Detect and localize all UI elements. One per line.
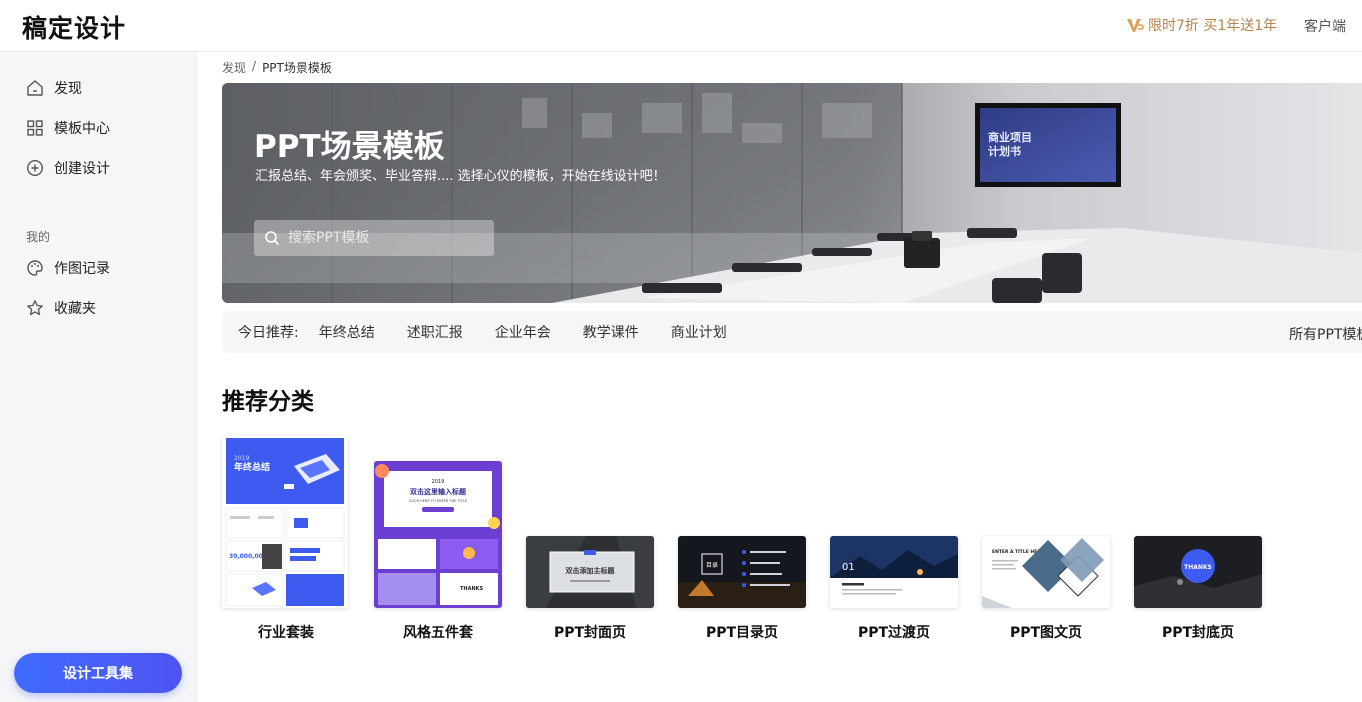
section-title: 推荐分类 xyxy=(222,389,314,415)
thumb-title: THANKS xyxy=(1184,564,1212,571)
client-link[interactable]: 客户端 xyxy=(1304,16,1346,36)
recommend-tag[interactable]: 企业年会 xyxy=(495,322,551,342)
sidebar-item-label: 收藏夹 xyxy=(54,301,96,317)
sidebar-item-label: 模板中心 xyxy=(54,121,110,137)
breadcrumb-root[interactable]: 发现 xyxy=(222,59,246,76)
back-thumbnail: THANKS xyxy=(1134,536,1262,608)
category-thumb[interactable]: 双击添加主标题 xyxy=(526,536,654,608)
category-thumb[interactable]: ENTER A TITLE HERE xyxy=(982,536,1110,608)
industry-thumbnail: 2019 年终总结 30,000,000 xyxy=(222,436,348,608)
grid-icon xyxy=(27,120,43,136)
recommend-tag[interactable]: 教学课件 xyxy=(583,322,639,342)
style-thumbnail: 2019 双击这里输入标题 CLICK HERE TO ENTER THE TI… xyxy=(374,461,502,608)
breadcrumb: 发现 / PPT场景模板 xyxy=(222,59,332,76)
home-icon xyxy=(27,80,43,96)
category-label[interactable]: 行业套装 xyxy=(222,622,350,642)
design-tools-button[interactable]: 设计工具集 xyxy=(14,653,182,693)
recommend-bar: 今日推荐: 年终总结 述职汇报 企业年会 教学课件 商业计划 所有PPT模板 xyxy=(222,311,1362,353)
sidebar-item-label: 发现 xyxy=(54,81,82,97)
logo[interactable]: 稿定设计 xyxy=(22,9,126,45)
sidebar-item-templates[interactable]: 模板中心 xyxy=(26,116,110,140)
plus-circle-icon xyxy=(26,159,44,177)
all-templates-link[interactable]: 所有PPT模板 xyxy=(1289,324,1362,344)
category-thumb[interactable]: 2019 年终总结 30,000,000 xyxy=(222,436,348,608)
category-thumb[interactable]: THANKS xyxy=(1134,536,1262,608)
sidebar-item-history[interactable]: 作图记录 xyxy=(26,256,110,280)
recommend-label: 今日推荐: xyxy=(238,325,299,341)
banner-title: PPT场景模板 xyxy=(254,129,445,165)
vip-icon xyxy=(1127,19,1144,32)
breadcrumb-current: PPT场景模板 xyxy=(262,61,332,75)
sidebar-item-discover[interactable]: 发现 xyxy=(26,76,82,100)
sidebar: 发现 模板中心 创建设计 我的 作图记录 收藏夹 设计工具集 xyxy=(0,52,198,702)
cover-thumbnail: 双击添加主标题 xyxy=(526,536,654,608)
category-thumb[interactable]: 01 xyxy=(830,536,958,608)
banner-search-box[interactable] xyxy=(254,220,494,256)
thumb-number: 30,000,000 xyxy=(229,553,267,560)
category-thumb[interactable]: 2019 双击这里输入标题 CLICK HERE TO ENTER THE TI… xyxy=(374,461,502,608)
hero-banner: 商业项目 计划书 PPT场景模板 汇报总结、年会颁奖、毕业答辩.... 选择心仪… xyxy=(222,83,1362,303)
vip-text: 限时7折 买1年送1年 xyxy=(1148,18,1278,34)
search-input[interactable] xyxy=(288,230,478,246)
sidebar-item-create[interactable]: 创建设计 xyxy=(26,156,110,180)
palette-icon xyxy=(27,260,43,276)
thumb-thanks: THANKS xyxy=(460,586,484,592)
thumb-year: 2019 xyxy=(432,479,445,485)
category-label[interactable]: PPT图文页 xyxy=(982,622,1110,642)
category-label[interactable]: PPT封底页 xyxy=(1134,622,1262,642)
category-label[interactable]: PPT过渡页 xyxy=(830,622,958,642)
screen-text-2: 计划书 xyxy=(988,144,1021,158)
thumb-title: 年终总结 xyxy=(234,461,270,473)
meeting-room-image: 商业项目 计划书 xyxy=(222,83,1362,303)
top-bar: 稿定设计 限时7折 买1年送1年 客户端 xyxy=(0,0,1362,52)
breadcrumb-separator: / xyxy=(252,59,257,73)
screen-text-1: 商业项目 xyxy=(988,130,1032,144)
thumb-title: 双击添加主标题 xyxy=(566,566,616,575)
thumb-title: 目录 xyxy=(706,561,718,569)
star-icon xyxy=(27,300,43,316)
recommend-tag[interactable]: 年终总结 xyxy=(319,322,375,342)
category-thumb[interactable]: 目录 xyxy=(678,536,806,608)
search-icon xyxy=(265,231,280,246)
thumb-title: 01 xyxy=(842,562,855,573)
sidebar-item-favorites[interactable]: 收藏夹 xyxy=(26,296,96,320)
vip-promo[interactable]: 限时7折 买1年送1年 xyxy=(1126,15,1277,35)
thumb-year: 2019 xyxy=(234,455,249,462)
category-label[interactable]: PPT目录页 xyxy=(678,622,806,642)
sidebar-item-label: 创建设计 xyxy=(54,161,110,177)
transition-thumbnail: 01 xyxy=(830,536,958,608)
imagetext-thumbnail: ENTER A TITLE HERE xyxy=(982,536,1110,608)
banner-subtitle: 汇报总结、年会颁奖、毕业答辩.... 选择心仪的模板，开始在线设计吧！ xyxy=(255,169,666,184)
recommend-tag[interactable]: 述职汇报 xyxy=(407,322,463,342)
category-label[interactable]: PPT封面页 xyxy=(526,622,654,642)
recommend-tag[interactable]: 商业计划 xyxy=(671,322,727,342)
sidebar-group-label: 我的 xyxy=(26,230,51,244)
thumb-subtitle: CLICK HERE TO ENTER THE TITLE xyxy=(409,499,467,503)
sidebar-item-label: 作图记录 xyxy=(54,261,110,277)
category-label[interactable]: 风格五件套 xyxy=(374,622,502,642)
toc-thumbnail: 目录 xyxy=(678,536,806,608)
thumb-title: 双击这里输入标题 xyxy=(410,487,467,496)
